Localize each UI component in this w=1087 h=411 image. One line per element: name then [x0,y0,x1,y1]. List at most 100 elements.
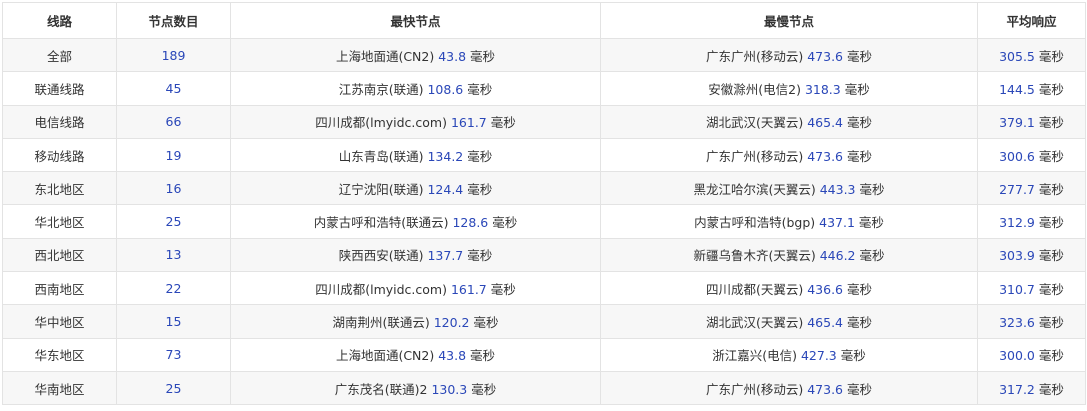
fastest-node-name: 湖南荆州(联通云) [332,315,430,331]
unit-label: 毫秒 [467,81,493,97]
table-row: 华中地区 15 湖南荆州(联通云) 120.2 毫秒 湖北武汉(天翼云) 465.4 … [2,304,1086,339]
cell-fastest-node: 湖南荆州(联通云) 120.2 毫秒 [230,304,601,339]
node-count-value: 15 [165,314,182,330]
table-row: 联通线路 45 江苏南京(联通) 108.6 毫秒 安徽滁州(电信2) 318.3 毫… [2,71,1086,106]
cell-slowest-node: 内蒙古呼和浩特(bgp) 437.1 毫秒 [600,204,978,239]
unit-label: 毫秒 [847,48,873,64]
slowest-node-ms: 436.6 [807,281,844,297]
cell-average-response: 277.7 毫秒 [977,171,1086,206]
cell-fastest-node: 上海地面通(CN2) 43.8 毫秒 [230,37,601,73]
cell-slowest-node: 四川成都(天翼云) 436.6 毫秒 [600,271,978,306]
cell-average-response: 300.0 毫秒 [977,337,1086,372]
cell-slowest-node: 湖北武汉(天翼云) 465.4 毫秒 [600,104,978,139]
slowest-node-name: 湖北武汉(天翼云) [705,115,804,131]
cell-average-response: 312.9 毫秒 [977,204,1086,239]
cell-line: 电信线路 [2,104,117,139]
cell-node-count: 25 [116,370,231,406]
cell-node-count: 13 [116,237,231,273]
cell-average-response: 303.9 毫秒 [977,237,1086,273]
node-count-value: 13 [165,247,182,263]
cell-node-count: 22 [116,271,231,306]
average-ms: 312.9 [999,215,1035,231]
slowest-node-ms: 465.4 [807,315,844,331]
table-row: 东北地区 16 辽宁沈阳(联通) 124.4 毫秒 黑龙江哈尔滨(天翼云) 443.3… [2,171,1086,206]
cell-fastest-node: 上海地面通(CN2) 43.8 毫秒 [230,337,601,372]
cell-average-response: 323.6 毫秒 [977,304,1086,339]
cell-line: 华北地区 [2,204,117,239]
unit-label: 毫秒 [473,315,499,331]
latency-table: 线路 节点数目 最快节点 最慢节点 平均响应 全部 189 上海地面通(CN2) 4… [2,2,1086,406]
cell-slowest-node: 湖北武汉(天翼云) 465.4 毫秒 [600,304,978,339]
cell-average-response: 305.5 毫秒 [977,37,1086,73]
fastest-node-ms: 161.7 [450,281,487,297]
header-line: 线路 [2,2,117,39]
slowest-node-name: 广东广州(移动云) [705,48,804,64]
cell-average-response: 310.7 毫秒 [977,271,1086,306]
node-count-value: 45 [165,80,182,96]
average-ms: 144.5 [999,81,1035,97]
unit-label: 毫秒 [1038,181,1064,197]
table-row: 华北地区 25 内蒙古呼和浩特(联通云) 128.6 毫秒 内蒙古呼和浩特(bgp) … [2,204,1086,239]
fastest-node-name: 山东青岛(联通) [338,148,424,164]
cell-node-count: 19 [116,137,231,173]
cell-average-response: 379.1 毫秒 [977,104,1086,139]
cell-slowest-node: 广东广州(移动云) 473.6 毫秒 [600,370,978,406]
cell-slowest-node: 黑龙江哈尔滨(天翼云) 443.3 毫秒 [600,171,978,206]
cell-node-count: 189 [116,37,231,73]
fastest-node-ms: 43.8 [438,48,467,64]
cell-slowest-node: 广东广州(移动云) 473.6 毫秒 [600,137,978,173]
unit-label: 毫秒 [858,215,884,231]
average-ms: 303.9 [999,248,1035,264]
cell-node-count: 16 [116,171,231,206]
fastest-node-name: 四川成都(lmyidc.com) [315,281,447,297]
node-count-value: 25 [165,214,182,230]
table-row: 西北地区 13 陕西西安(联通) 137.7 毫秒 新疆乌鲁木齐(天翼云) 446.2… [2,237,1086,273]
table-row: 移动线路 19 山东青岛(联通) 134.2 毫秒 广东广州(移动云) 473.6 毫… [2,137,1086,173]
node-count-value: 19 [165,147,182,163]
cell-fastest-node: 四川成都(lmyidc.com) 161.7 毫秒 [230,271,601,306]
cell-fastest-node: 山东青岛(联通) 134.2 毫秒 [230,137,601,173]
cell-slowest-node: 新疆乌鲁木齐(天翼云) 446.2 毫秒 [600,237,978,273]
unit-label: 毫秒 [470,348,496,364]
fastest-node-name: 广东茂名(联通)2 [334,381,428,397]
cell-line: 全部 [2,37,117,73]
unit-label: 毫秒 [490,115,516,131]
unit-label: 毫秒 [1038,348,1064,364]
unit-label: 毫秒 [467,148,493,164]
average-ms: 323.6 [999,315,1035,331]
fastest-node-ms: 43.8 [438,348,467,364]
fastest-node-ms: 137.7 [427,248,464,264]
unit-label: 毫秒 [859,248,885,264]
node-count-value: 66 [165,114,182,130]
slowest-node-name: 新疆乌鲁木齐(天翼云) [693,248,816,264]
table-header-row: 线路 节点数目 最快节点 最慢节点 平均响应 [2,2,1086,39]
slowest-node-ms: 473.6 [807,381,844,397]
unit-label: 毫秒 [1038,248,1064,264]
average-ms: 379.1 [999,115,1035,131]
cell-node-count: 66 [116,104,231,139]
average-ms: 300.6 [999,148,1035,164]
cell-fastest-node: 江苏南京(联通) 108.6 毫秒 [230,71,601,106]
unit-label: 毫秒 [847,281,873,297]
table-row: 西南地区 22 四川成都(lmyidc.com) 161.7 毫秒 四川成都(天翼云)… [2,271,1086,306]
cell-fastest-node: 四川成都(lmyidc.com) 161.7 毫秒 [230,104,601,139]
cell-line: 华中地区 [2,304,117,339]
fastest-node-ms: 130.3 [431,381,468,397]
average-ms: 305.5 [999,48,1035,64]
fastest-node-ms: 120.2 [433,315,470,331]
average-ms: 300.0 [999,348,1035,364]
unit-label: 毫秒 [471,381,497,397]
node-count-value: 22 [165,280,182,296]
unit-label: 毫秒 [1038,381,1064,397]
cell-node-count: 45 [116,71,231,106]
slowest-node-ms: 443.3 [819,181,856,197]
unit-label: 毫秒 [1038,148,1064,164]
cell-fastest-node: 广东茂名(联通)2 130.3 毫秒 [230,370,601,406]
table-row: 华南地区 25 广东茂名(联通)2 130.3 毫秒 广东广州(移动云) 473.6 … [2,370,1086,406]
fastest-node-ms: 134.2 [427,148,464,164]
slowest-node-ms: 437.1 [819,215,855,231]
unit-label: 毫秒 [1038,315,1064,331]
unit-label: 毫秒 [490,281,516,297]
table-row: 全部 189 上海地面通(CN2) 43.8 毫秒 广东广州(移动云) 473.6 毫… [2,37,1086,73]
cell-fastest-node: 内蒙古呼和浩特(联通云) 128.6 毫秒 [230,204,601,239]
